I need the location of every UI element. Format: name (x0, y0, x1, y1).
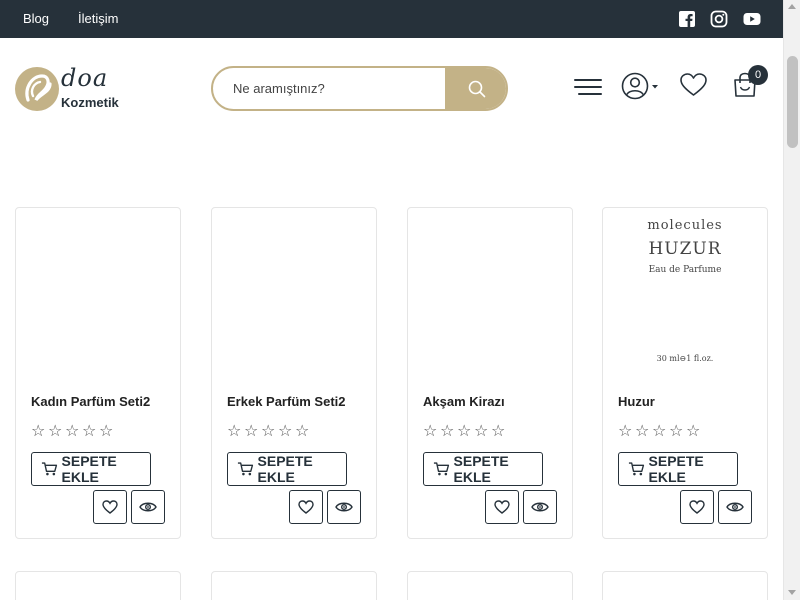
star-icon: ☆ (474, 423, 489, 440)
add-to-cart-button[interactable]: SEPETE EKLE (31, 452, 151, 486)
scroll-up-arrow[interactable] (788, 4, 796, 9)
hamburger-icon[interactable] (574, 78, 602, 96)
star-icon: ☆ (48, 423, 63, 440)
star-icon: ☆ (491, 423, 506, 440)
quick-view-button[interactable] (523, 490, 557, 524)
product-card[interactable] (407, 571, 573, 600)
quick-view-button[interactable] (718, 490, 752, 524)
wishlist-button[interactable] (289, 490, 323, 524)
product-image[interactable] (212, 208, 376, 373)
cart-icon (237, 462, 254, 476)
add-to-cart-button[interactable]: SEPETE EKLE (423, 452, 543, 486)
wishlist-button[interactable] (485, 490, 519, 524)
scrollbar-thumb[interactable] (787, 56, 798, 148)
product-name[interactable]: Erkek Parfüm Seti2 (227, 394, 346, 409)
product-card[interactable] (602, 571, 768, 600)
product-name[interactable]: Akşam Kirazı (423, 394, 505, 409)
heart-icon[interactable] (680, 73, 707, 97)
star-icon: ☆ (99, 423, 114, 440)
add-to-cart-button[interactable]: SEPETE EKLE (618, 452, 738, 486)
heart-icon (102, 500, 118, 514)
quick-view-button[interactable] (131, 490, 165, 524)
product-image[interactable]: molecules HUZUR Eau de Parfume 30 ml⊖1 f… (603, 208, 767, 373)
perfume-type: Eau de Parfume (648, 265, 722, 275)
product-card[interactable] (15, 571, 181, 600)
star-icon: ☆ (618, 423, 633, 440)
star-icon: ☆ (440, 423, 455, 440)
star-icon: ☆ (244, 423, 259, 440)
star-icon: ☆ (652, 423, 667, 440)
star-icon: ☆ (669, 423, 684, 440)
topbar-link-contact[interactable]: İletişim (78, 11, 118, 26)
wishlist-button[interactable] (680, 490, 714, 524)
eye-icon (335, 502, 353, 512)
wishlist-button[interactable] (93, 490, 127, 524)
cart-icon (628, 462, 645, 476)
instagram-icon[interactable] (710, 10, 728, 28)
star-icon: ☆ (82, 423, 97, 440)
star-icon: ☆ (65, 423, 80, 440)
search-icon (468, 80, 485, 97)
product-image[interactable] (16, 208, 180, 373)
chevron-down-icon (652, 85, 658, 89)
eye-icon (726, 502, 744, 512)
add-to-cart-button[interactable]: SEPETE EKLE (227, 452, 347, 486)
star-icon: ☆ (635, 423, 650, 440)
add-to-cart-label: SEPETE EKLE (61, 453, 117, 485)
scrollbar[interactable] (783, 0, 800, 600)
topbar-link-blog[interactable]: Blog (23, 11, 49, 26)
star-icon: ☆ (261, 423, 276, 440)
logo-text: doa (61, 64, 109, 92)
search-bar (211, 66, 508, 111)
star-rating: ☆ ☆ ☆ ☆ ☆ (31, 424, 115, 440)
star-rating: ☆ ☆ ☆ ☆ ☆ (227, 424, 311, 440)
quick-view-button[interactable] (327, 490, 361, 524)
eye-icon (139, 502, 157, 512)
product-name[interactable]: Kadın Parfüm Seti2 (31, 394, 150, 409)
star-icon: ☆ (457, 423, 472, 440)
star-icon: ☆ (423, 423, 438, 440)
site-logo[interactable]: doa Kozmetik (14, 64, 124, 112)
scroll-down-arrow[interactable] (788, 590, 796, 595)
product-card[interactable]: Erkek Parfüm Seti2 ☆ ☆ ☆ ☆ ☆ SEPETE EKLE (211, 207, 377, 539)
heart-icon (689, 500, 705, 514)
product-card[interactable]: Akşam Kirazı ☆ ☆ ☆ ☆ ☆ SEPETE EKLE (407, 207, 573, 539)
add-to-cart-label: SEPETE EKLE (257, 453, 313, 485)
product-name[interactable]: Huzur (618, 394, 655, 409)
logo-subtext: Kozmetik (61, 95, 119, 110)
product-image[interactable] (408, 208, 572, 373)
add-to-cart-label: SEPETE EKLE (453, 453, 509, 485)
perfume-name: HUZUR (648, 239, 722, 259)
product-card[interactable] (211, 571, 377, 600)
star-icon: ☆ (31, 423, 46, 440)
star-rating: ☆ ☆ ☆ ☆ ☆ (423, 424, 507, 440)
perfume-brand: molecules (647, 218, 723, 233)
top-bar: Blog İletişim (0, 0, 783, 38)
cart-count-badge: 0 (748, 65, 768, 85)
cart-icon (433, 462, 450, 476)
heart-icon (494, 500, 510, 514)
user-icon[interactable] (621, 72, 661, 100)
star-rating: ☆ ☆ ☆ ☆ ☆ (618, 424, 702, 440)
add-to-cart-label: SEPETE EKLE (648, 453, 704, 485)
cart-icon (41, 462, 58, 476)
logo-mark-icon (15, 67, 59, 111)
eye-icon (531, 502, 549, 512)
facebook-icon[interactable] (678, 10, 696, 28)
youtube-icon[interactable] (743, 10, 761, 28)
search-input[interactable] (213, 68, 445, 109)
star-icon: ☆ (278, 423, 293, 440)
star-icon: ☆ (686, 423, 701, 440)
product-card[interactable]: Kadın Parfüm Seti2 ☆ ☆ ☆ ☆ ☆ SEPETE EKLE (15, 207, 181, 539)
star-icon: ☆ (227, 423, 242, 440)
search-button[interactable] (445, 68, 506, 109)
star-icon: ☆ (295, 423, 310, 440)
perfume-volume: 30 ml⊖1 fl.oz. (656, 354, 714, 363)
heart-icon (298, 500, 314, 514)
product-card[interactable]: molecules HUZUR Eau de Parfume 30 ml⊖1 f… (602, 207, 768, 539)
